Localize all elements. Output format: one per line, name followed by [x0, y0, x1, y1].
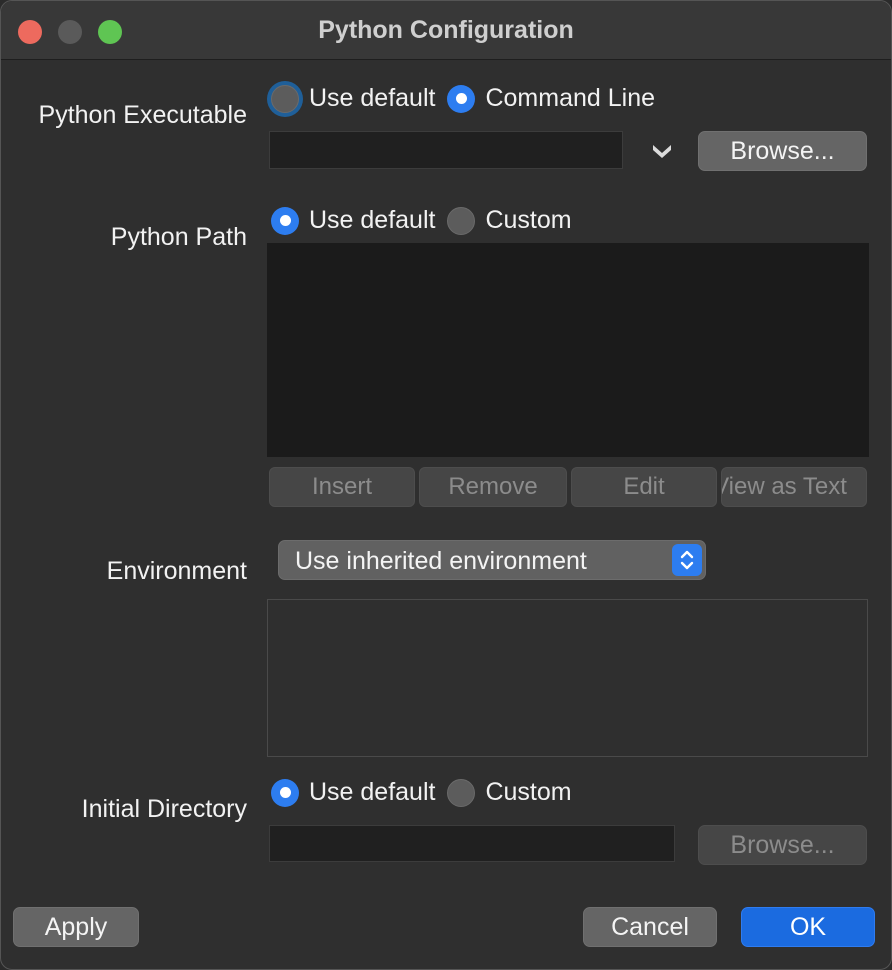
directory-browse-button[interactable]: Browse... — [698, 825, 867, 865]
path-remove-button[interactable]: Remove — [419, 467, 567, 507]
path-insert-button[interactable]: Insert — [269, 467, 415, 507]
path-view-as-text-button[interactable]: View as Text — [721, 467, 867, 507]
ok-button[interactable]: OK — [741, 907, 875, 947]
environment-select[interactable]: Use inherited environment — [278, 540, 706, 580]
chevron-down-icon[interactable] — [651, 141, 673, 159]
directory-custom-radio[interactable] — [447, 778, 476, 807]
title-bar: Python Configuration — [1, 1, 891, 60]
directory-use-default-radio[interactable] — [271, 778, 299, 807]
python-executable-input[interactable] — [269, 131, 623, 169]
path-use-default-radio[interactable] — [271, 206, 299, 235]
python-executable-options: Use default Command Line — [271, 84, 667, 113]
environment-label: Environment — [106, 557, 247, 585]
python-executable-label: Python Executable — [38, 101, 247, 129]
dialog-window: Python Configuration Python Executable U… — [0, 0, 892, 970]
python-path-list[interactable] — [267, 243, 869, 457]
directory-custom-label[interactable]: Custom — [485, 778, 571, 807]
stepper-arrows-icon — [672, 544, 702, 576]
initial-directory-label: Initial Directory — [81, 795, 247, 823]
environment-variables-panel — [267, 599, 868, 757]
environment-selected-value: Use inherited environment — [295, 547, 587, 575]
python-path-options: Use default Custom — [271, 206, 584, 235]
executable-browse-button[interactable]: Browse... — [698, 131, 867, 171]
executable-use-default-radio[interactable] — [271, 84, 299, 113]
path-edit-button[interactable]: Edit — [571, 467, 717, 507]
path-custom-label[interactable]: Custom — [485, 206, 571, 235]
apply-button[interactable]: Apply — [13, 907, 139, 947]
executable-command-line-radio[interactable] — [447, 84, 476, 113]
executable-command-line-label[interactable]: Command Line — [485, 84, 655, 113]
window-title: Python Configuration — [318, 16, 574, 44]
directory-use-default-label[interactable]: Use default — [309, 778, 435, 807]
cancel-button[interactable]: Cancel — [583, 907, 717, 947]
executable-use-default-label[interactable]: Use default — [309, 84, 435, 113]
initial-directory-input[interactable] — [269, 825, 675, 862]
path-use-default-label[interactable]: Use default — [309, 206, 435, 235]
path-custom-radio[interactable] — [447, 206, 476, 235]
python-path-label: Python Path — [110, 223, 247, 251]
initial-directory-options: Use default Custom — [271, 778, 584, 807]
